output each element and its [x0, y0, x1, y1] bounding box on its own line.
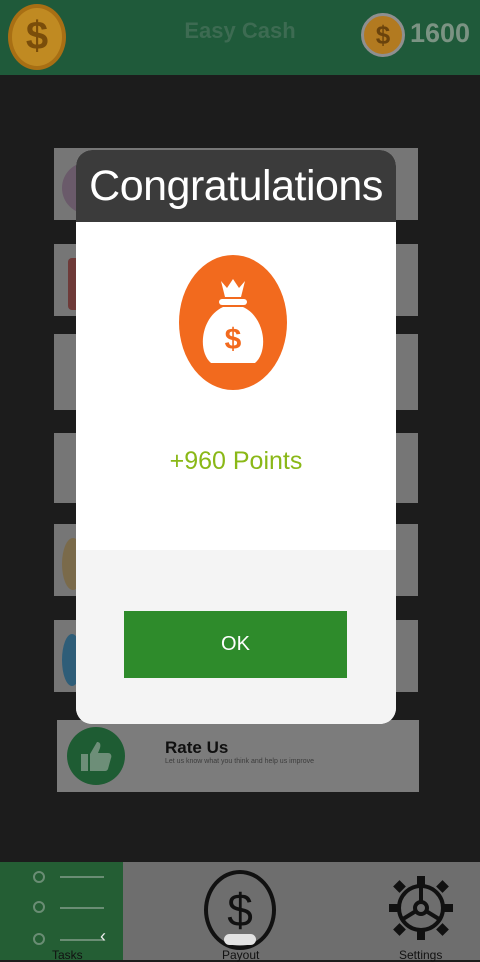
list-icon-line: [60, 907, 104, 909]
rate-us-card[interactable]: Rate Us Let us know what you think and h…: [57, 720, 419, 792]
thumbs-up-icon: [67, 727, 125, 785]
list-icon: [33, 871, 45, 883]
home-indicator[interactable]: [224, 934, 256, 945]
dialog-title: Congratulations: [89, 162, 383, 210]
rate-us-subtitle: Let us know what you think and help us i…: [165, 758, 315, 765]
list-icon-line: [60, 939, 104, 941]
bottom-nav: Tasks $ Payout Settings: [0, 862, 480, 962]
reward-dialog: Congratulations $ +960 Points OK: [76, 150, 396, 724]
money-bag-icon: $: [179, 255, 287, 390]
back-chevron-icon[interactable]: ‹: [100, 926, 106, 947]
list-icon-line: [60, 876, 104, 878]
points-coin-icon: $: [361, 13, 405, 57]
rate-us-title: Rate Us: [165, 738, 229, 757]
settings-gear-icon[interactable]: [385, 872, 457, 944]
points-balance: 1600: [410, 18, 471, 48]
svg-text:$: $: [225, 323, 242, 356]
list-icon: [33, 933, 45, 945]
app-title: Easy Cash: [184, 18, 296, 43]
list-icon: [33, 901, 45, 913]
dialog-header: Congratulations: [76, 150, 396, 222]
reward-points-text: +960 Points: [169, 447, 303, 475]
ok-button[interactable]: OK: [124, 611, 347, 678]
top-bar: $ Easy Cash $ 1600: [0, 0, 480, 75]
